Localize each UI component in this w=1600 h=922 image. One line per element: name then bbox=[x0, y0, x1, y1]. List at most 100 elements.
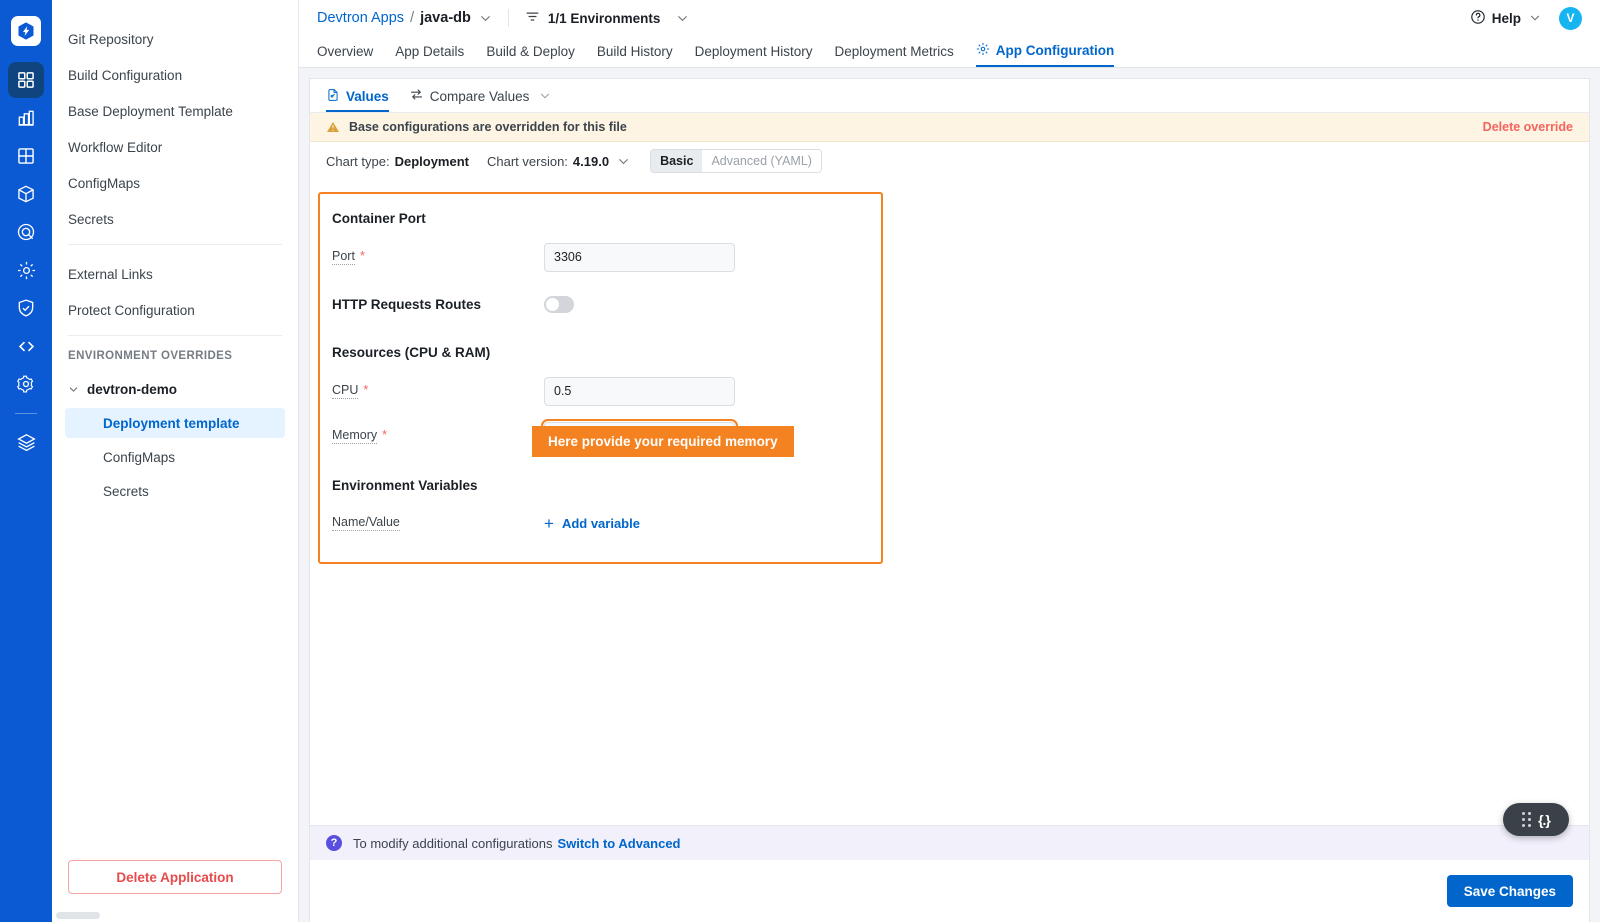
sidebar-item-label: Base Deployment Template bbox=[68, 104, 233, 119]
mode-basic-button[interactable]: Basic bbox=[651, 150, 702, 172]
editor-mode-toggle: Basic Advanced (YAML) bbox=[650, 149, 822, 173]
tab-build-history[interactable]: Build History bbox=[597, 44, 673, 67]
rail-item-chart-store[interactable] bbox=[8, 176, 44, 212]
sidebar-item-secrets[interactable]: Secrets bbox=[52, 204, 298, 234]
chevron-down-icon[interactable] bbox=[539, 90, 551, 102]
tab-label: Deployment History bbox=[695, 44, 813, 59]
tab-label: Build History bbox=[597, 44, 673, 59]
gear-icon bbox=[976, 42, 990, 59]
chevron-down-icon[interactable] bbox=[617, 155, 630, 168]
sidebar-env-devtron-demo[interactable]: devtron-demo bbox=[52, 376, 298, 402]
tab-label: App Configuration bbox=[996, 43, 1114, 58]
chevron-down-icon[interactable] bbox=[1529, 12, 1541, 24]
port-label: Port * bbox=[332, 249, 544, 265]
chart-type-label: Chart type: bbox=[326, 154, 390, 169]
help-menu[interactable]: Help bbox=[1470, 9, 1541, 28]
tab-label: Values bbox=[346, 89, 389, 104]
switch-to-advanced-link[interactable]: Switch to Advanced bbox=[557, 836, 680, 851]
main-column: Devtron Apps / java-db 1/1 Environments bbox=[299, 0, 1600, 922]
delete-application-button[interactable]: Delete Application bbox=[68, 860, 282, 894]
sidebar-env-label: devtron-demo bbox=[87, 382, 177, 397]
field-row-cpu: CPU * bbox=[332, 374, 881, 408]
tab-deployment-metrics[interactable]: Deployment Metrics bbox=[834, 44, 953, 67]
tab-deployment-history[interactable]: Deployment History bbox=[695, 44, 813, 67]
warning-text: Base configurations are overridden for t… bbox=[349, 120, 627, 134]
port-input[interactable] bbox=[544, 243, 735, 272]
tab-label: Deployment Metrics bbox=[834, 44, 953, 59]
chart-version-label: Chart version: bbox=[487, 154, 568, 169]
sidebar-item-env-configmaps[interactable]: ConfigMaps bbox=[65, 442, 285, 472]
add-variable-button[interactable]: + Add variable bbox=[544, 515, 640, 532]
sidebar-item-base-deployment-template[interactable]: Base Deployment Template bbox=[52, 96, 298, 126]
field-row-name-value: Name/Value + Add variable bbox=[332, 506, 881, 540]
sidebar-item-configmaps[interactable]: ConfigMaps bbox=[52, 168, 298, 198]
rail-item-jobs[interactable] bbox=[8, 100, 44, 136]
tab-build-and-deploy[interactable]: Build & Deploy bbox=[486, 44, 575, 67]
rail-item-security[interactable] bbox=[8, 290, 44, 326]
hint-text: To modify additional configurations bbox=[353, 836, 552, 851]
section-container-port: Container Port bbox=[332, 211, 881, 226]
json-braces-icon[interactable]: {.} bbox=[1538, 812, 1550, 828]
warning-triangle-icon bbox=[326, 120, 340, 134]
tab-compare-values[interactable]: Compare Values bbox=[409, 87, 552, 112]
tab-label: Overview bbox=[317, 44, 373, 59]
breadcrumb-devtron-apps[interactable]: Devtron Apps bbox=[317, 10, 404, 26]
tab-app-details[interactable]: App Details bbox=[395, 44, 464, 67]
app-nav-tabs: Overview App Details Build & Deploy Buil… bbox=[299, 36, 1600, 68]
floating-toolbar[interactable]: {.} bbox=[1503, 803, 1569, 836]
cpu-input[interactable] bbox=[544, 377, 735, 406]
file-values-icon bbox=[326, 88, 340, 105]
override-warning-banner: Base configurations are overridden for t… bbox=[310, 113, 1589, 142]
breadcrumb: Devtron Apps / java-db bbox=[317, 10, 492, 26]
section-resources: Resources (CPU & RAM) bbox=[332, 345, 881, 360]
rail-item-bulk-edit[interactable] bbox=[8, 252, 44, 288]
devtron-logo[interactable] bbox=[0, 0, 52, 62]
required-asterisk: * bbox=[382, 428, 387, 442]
content-area: Values Compare Values bbox=[299, 68, 1600, 922]
rail-item-resource-browser[interactable] bbox=[8, 328, 44, 364]
field-row-port: Port * bbox=[332, 240, 881, 274]
sidebar-section-environment-overrides: ENVIRONMENT OVERRIDES bbox=[52, 350, 298, 362]
sidebar-divider-2 bbox=[68, 335, 282, 336]
tab-overview[interactable]: Overview bbox=[317, 44, 373, 67]
app-config-sidebar: Git Repository Build Configuration Base … bbox=[52, 0, 299, 922]
required-asterisk: * bbox=[360, 249, 365, 263]
sidebar-item-git-repository[interactable]: Git Repository bbox=[52, 24, 298, 54]
app-root: Git Repository Build Configuration Base … bbox=[0, 0, 1600, 922]
rail-item-application-groups[interactable] bbox=[8, 138, 44, 174]
sidebar-horizontal-scrollbar[interactable] bbox=[52, 912, 299, 919]
cpu-label: CPU * bbox=[332, 383, 544, 399]
save-changes-button[interactable]: Save Changes bbox=[1447, 875, 1573, 907]
memory-callout-tooltip: Here provide your required memory bbox=[532, 426, 794, 457]
delete-override-button[interactable]: Delete override bbox=[1483, 120, 1573, 134]
values-tabs: Values Compare Values bbox=[310, 79, 1589, 113]
basic-config-card: Container Port Port * HTTP Requests Rout… bbox=[318, 192, 883, 564]
basic-form-wrapper: Container Port Port * HTTP Requests Rout… bbox=[310, 180, 1589, 825]
rail-item-global-configurations[interactable] bbox=[8, 366, 44, 402]
rail-item-applications[interactable] bbox=[8, 62, 44, 98]
sidebar-item-external-links[interactable]: External Links bbox=[52, 259, 298, 289]
sidebar-item-protect-configuration[interactable]: Protect Configuration bbox=[52, 295, 298, 325]
tab-app-configuration[interactable]: App Configuration bbox=[976, 42, 1114, 67]
deployment-template-panel: Values Compare Values bbox=[309, 78, 1590, 922]
chart-version-value: 4.19.0 bbox=[573, 154, 609, 169]
sidebar-item-deployment-template[interactable]: Deployment template bbox=[65, 408, 285, 438]
rail-item-clusters[interactable] bbox=[8, 214, 44, 250]
chevron-down-icon[interactable] bbox=[479, 12, 492, 25]
rail-item-stack-manager[interactable] bbox=[8, 424, 44, 460]
environment-filter[interactable]: 1/1 Environments bbox=[525, 9, 690, 27]
advanced-hint-banner: ? To modify additional configurations Sw… bbox=[310, 825, 1589, 860]
sidebar-item-workflow-editor[interactable]: Workflow Editor bbox=[52, 132, 298, 162]
app-topbar: Devtron Apps / java-db 1/1 Environments bbox=[299, 0, 1600, 36]
drag-handle-icon[interactable] bbox=[1522, 812, 1531, 827]
sidebar-item-label: Deployment template bbox=[103, 416, 240, 431]
chart-meta-bar: Chart type: Deployment Chart version: 4.… bbox=[310, 142, 1589, 180]
http-requests-routes-toggle[interactable] bbox=[544, 296, 574, 313]
avatar[interactable]: V bbox=[1559, 7, 1582, 30]
chart-type-value: Deployment bbox=[395, 154, 469, 169]
mode-advanced-yaml-button[interactable]: Advanced (YAML) bbox=[702, 150, 821, 172]
tab-values[interactable]: Values bbox=[326, 88, 389, 112]
sidebar-item-build-configuration[interactable]: Build Configuration bbox=[52, 60, 298, 90]
chevron-down-icon[interactable] bbox=[676, 12, 689, 25]
sidebar-item-env-secrets[interactable]: Secrets bbox=[65, 476, 285, 506]
